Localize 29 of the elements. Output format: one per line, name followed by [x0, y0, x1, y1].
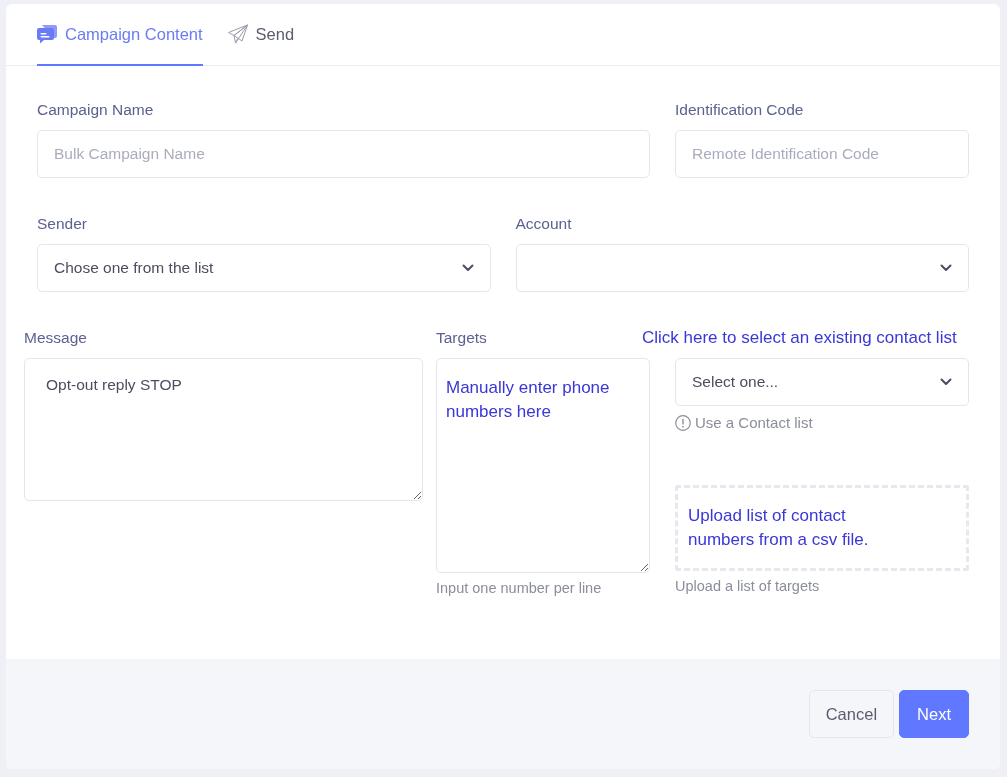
text-input[interactable]: Remote Identification Code [675, 130, 969, 178]
text-input[interactable]: Bulk Campaign Name [37, 130, 650, 178]
upload-dropzone[interactable]: Upload list of contact numbers from a csv file. [675, 484, 969, 571]
annotation-text: Upload list of contact numbers from a csv file. [688, 504, 870, 551]
exclamation-circle-icon [675, 415, 691, 432]
note-text: Use a Contact list [695, 413, 813, 433]
chevron-down-icon [940, 264, 952, 272]
field-label: Message [24, 328, 87, 348]
select-dropdown[interactable]: Chose one from the list [37, 244, 491, 292]
field-label: Targets [436, 328, 487, 348]
annotation-text: Click here to select an existing contact list [642, 327, 957, 348]
chevron-down-icon [461, 264, 474, 272]
contact-list-dropdown[interactable]: Select one... [675, 358, 969, 406]
cancel-button[interactable]: Cancel [808, 690, 895, 738]
chat-bubbles-icon [37, 24, 57, 44]
hint-text: Upload a list of targets [675, 576, 820, 595]
next-button[interactable]: Next [899, 690, 969, 738]
message-textarea[interactable]: Opt-out reply STOP [24, 358, 423, 501]
tab[interactable]: Send [227, 4, 295, 66]
tab[interactable]: Campaign Content [37, 4, 203, 66]
chevron-down-icon [940, 378, 952, 386]
targets-textarea[interactable] [436, 358, 650, 573]
field-label: Account [515, 214, 572, 234]
paper-plane-icon [227, 24, 248, 44]
field-label: Identification Code [675, 100, 804, 120]
hint-text: Input one number per line [436, 579, 602, 597]
field-label: Campaign Name [37, 100, 154, 120]
annotation-text: Manually enter phone numbers here [446, 377, 611, 423]
field-label: Sender [37, 214, 87, 234]
